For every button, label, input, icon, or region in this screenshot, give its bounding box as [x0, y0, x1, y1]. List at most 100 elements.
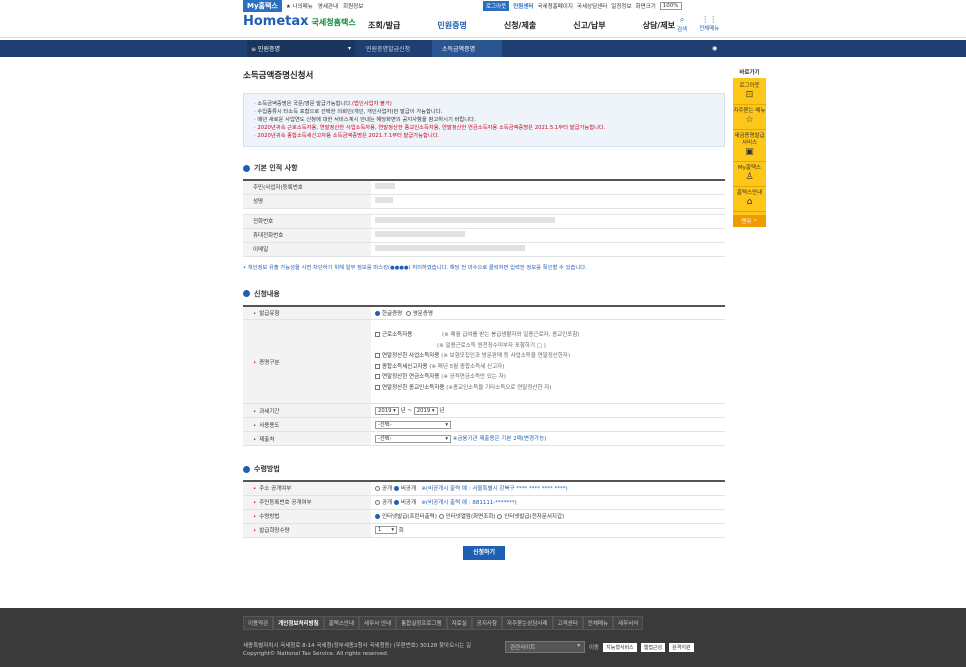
radio-method-print[interactable] [375, 514, 380, 519]
radio-method-view[interactable] [438, 514, 444, 519]
sidebar-item-logout[interactable]: 로그아웃 ⊡ [733, 80, 766, 105]
my-menu-link[interactable]: ★ 나의메뉴 [286, 2, 313, 10]
badge-accessibility: 웹접근성 [640, 642, 666, 652]
person-icon: ♙ [745, 172, 754, 182]
radio-rrn-private[interactable] [393, 500, 399, 505]
sidebar-item-faq[interactable]: 자주묻는 메뉴 ☆ [733, 105, 766, 130]
tax-office-link[interactable]: 영세관내 [318, 2, 338, 10]
menu-inquiry[interactable]: 조회/발급 [368, 20, 400, 31]
footer-link[interactable]: 고객센터 [552, 616, 583, 630]
footer-address: 세종특별자치시 국세청로 8-14 국세청(정부세종2청사 국세청동) (우편번… [243, 643, 472, 657]
checkbox-comprehensive[interactable] [375, 363, 380, 369]
radio-korean[interactable] [375, 310, 380, 316]
qty-select[interactable]: 1 ▾ [375, 526, 397, 535]
myhome-button[interactable]: My홈택스 [243, 0, 282, 12]
request-table: • 발급유형 한글증명 영문증명 • 증명구분 근로소득자용 (※ 매월 급여를 받는… [243, 304, 725, 446]
footer-link[interactable]: 세무서 안내 [359, 616, 397, 630]
sidebar-item-cert[interactable]: 세금증명발급서비스 ▣ [733, 130, 766, 162]
radio-address-public[interactable] [375, 486, 380, 492]
period-from-select[interactable]: 2019 ▾ [375, 406, 399, 415]
schedule-link[interactable]: 일정정보 [611, 2, 631, 10]
masked-value [375, 231, 465, 237]
cert-type-label: • 증명구분 [243, 319, 371, 404]
radio-rrn-public[interactable] [375, 500, 380, 505]
notice-line: · 수입종류시 타소득 포함으로 선택한 의뢰인(개인, 개인사업자)만 발급이… [254, 109, 443, 115]
purpose-label: • 사용용도 [243, 417, 371, 432]
submit-to-select[interactable]: -선택- ▾ [375, 434, 451, 443]
footer-link[interactable]: 이용약관 [243, 616, 274, 630]
breadcrumb-home[interactable]: ≡ 민원증명 ▾ [247, 40, 355, 57]
member-info-link[interactable]: 회원정보 [343, 2, 363, 10]
footer-link[interactable]: 세무서식 [613, 616, 644, 630]
radio-english[interactable] [405, 310, 411, 316]
menu-apply[interactable]: 신청/제출 [504, 20, 536, 31]
nts-homepage-link[interactable]: 국세청홈페이지 [538, 2, 573, 10]
checkbox-business[interactable] [375, 353, 380, 358]
sidebar-item-guide[interactable]: 홈택스안내 ⌂ [733, 187, 766, 212]
chevron-down-icon[interactable]: ◉ [712, 40, 722, 57]
period-to-select[interactable]: 2019 ▾ [413, 406, 438, 415]
search-button[interactable]: ⌕ 검색 [677, 15, 687, 33]
submit-button[interactable]: 신청하기 [463, 545, 505, 560]
star-icon: ☆ [745, 115, 754, 125]
bullet-icon [243, 465, 250, 473]
main-navbar: Hometax 국세청홈택스 조회/발급 민원증명 신청/제출 신고/납부 상담/… [0, 12, 966, 38]
method-label: • 수령방법 [243, 509, 371, 524]
notice-line: · 2020년귀속 종합소득세신고자용 소득금액증명은 2021.7.1부터 발… [254, 133, 440, 139]
section-basic-info-title: 기본 인적 사항 [243, 163, 725, 173]
main-menu: 조회/발급 민원증명 신청/제출 신고/납부 상담/제보 [368, 20, 675, 31]
civil-center-link[interactable]: 민원센터 [513, 2, 533, 10]
related-sites-select[interactable]: 관련사이트 ▾ [505, 641, 585, 653]
screen-size-label: 화면크기 [635, 4, 656, 10]
consult-center-link[interactable]: 국세상담센터 [577, 2, 607, 10]
notice-line: · 2020년귀속 근로소득자용, 연말정산한 사업소득자용, 연말정산한 종교… [254, 125, 606, 131]
zoom-level[interactable]: 100% [659, 2, 682, 10]
sidebar-item-myhome[interactable]: My홈택스 ♙ [733, 162, 766, 187]
checkbox-pension[interactable] [375, 374, 380, 379]
footer-link[interactable]: 자주묻는상담사례 [502, 616, 553, 630]
menu-consult[interactable]: 상담/제보 [643, 20, 675, 31]
page-title: 소득금액증명신청서 [243, 71, 314, 81]
menu-report[interactable]: 신고/납부 [573, 20, 605, 31]
footer-link[interactable]: 자료실 [446, 616, 472, 630]
address-label: • 주소 공개여부 [243, 481, 371, 496]
masked-value [375, 245, 525, 251]
breadcrumb-item-2[interactable]: 소득금액증명 [432, 40, 502, 57]
radio-address-private[interactable] [393, 486, 399, 492]
checkbox-religious[interactable] [375, 384, 380, 390]
footer-link[interactable]: 홈택스안내 [323, 616, 360, 630]
go-button[interactable]: 이동 [589, 643, 599, 651]
menu-civil-cert[interactable]: 민원증명 [437, 20, 466, 31]
quick-sidebar: 바로가기 로그아웃 ⊡ 자주묻는 메뉴 ☆ 세금증명발급서비스 ▣ My홈택스 ♙ 홈택… [733, 68, 766, 227]
mask-note: • 개인정보 유출 가능성을 사전 차단하기 위해 일부 정보를 마스킹(●●●… [243, 264, 587, 271]
sidebar-title: 바로가기 [739, 70, 760, 76]
all-menu-button[interactable]: ⋮⋮ 전체메뉴 [699, 15, 719, 33]
footer: 이용약관 개인정보처리방침 홈택스안내 세무서 안내 통합실정프로그램 자료실 … [0, 608, 966, 667]
rrn-label: 주민(사업자)등록번호 [243, 180, 371, 195]
footer-links: 이용약관 개인정보처리방침 홈택스안내 세무서 안내 통합실정프로그램 자료실 … [243, 616, 644, 630]
breadcrumb-item-1[interactable]: 민원증명발급신청 [360, 40, 430, 57]
remote-support-button[interactable]: 원격지원 [669, 642, 694, 652]
checkbox-earned[interactable] [375, 332, 380, 337]
bullet-icon [243, 164, 250, 172]
rrn-public-label: • 주민등록번호 공개여부 [243, 495, 371, 510]
top-utility-bar: My홈택스 ★ 나의메뉴 영세관내 회원정보 로그아웃 민원센터 국세청홈페이지… [0, 0, 966, 12]
chevron-down-icon: ▾ [347, 45, 351, 52]
radio-method-wallet[interactable] [497, 514, 503, 519]
submit-to-label: • 제출처 [243, 431, 371, 446]
footer-link[interactable]: 전체메뉴 [582, 616, 614, 630]
scroll-top-button[interactable]: 맨위 ^ [733, 215, 766, 227]
footer-link[interactable]: 통합실정프로그램 [396, 616, 447, 630]
footer-link[interactable]: 공지사항 [471, 616, 503, 630]
hometax-logo[interactable]: Hometax 국세청홈택스 [243, 14, 356, 29]
masked-value [375, 217, 555, 223]
basic-info-table: 주민(사업자)등록번호 성명 전화번호 휴대전화번호 이메일 [243, 179, 725, 257]
phone-label: 전화번호 [243, 214, 371, 229]
logout-button[interactable]: 로그아웃 [483, 1, 510, 11]
purpose-select[interactable]: -선택- ▾ [375, 420, 451, 429]
mobile-label: 휴대전화번호 [243, 228, 371, 243]
section-receive-title: 수령방법 [243, 464, 725, 474]
footer-link[interactable]: 개인정보처리방침 [273, 616, 324, 630]
bullet-icon [243, 290, 250, 297]
main-content: 소득금액증명신청서 · 소득금액증명은 국문/영문 발급가능합니다.(법인사업자… [243, 69, 725, 560]
